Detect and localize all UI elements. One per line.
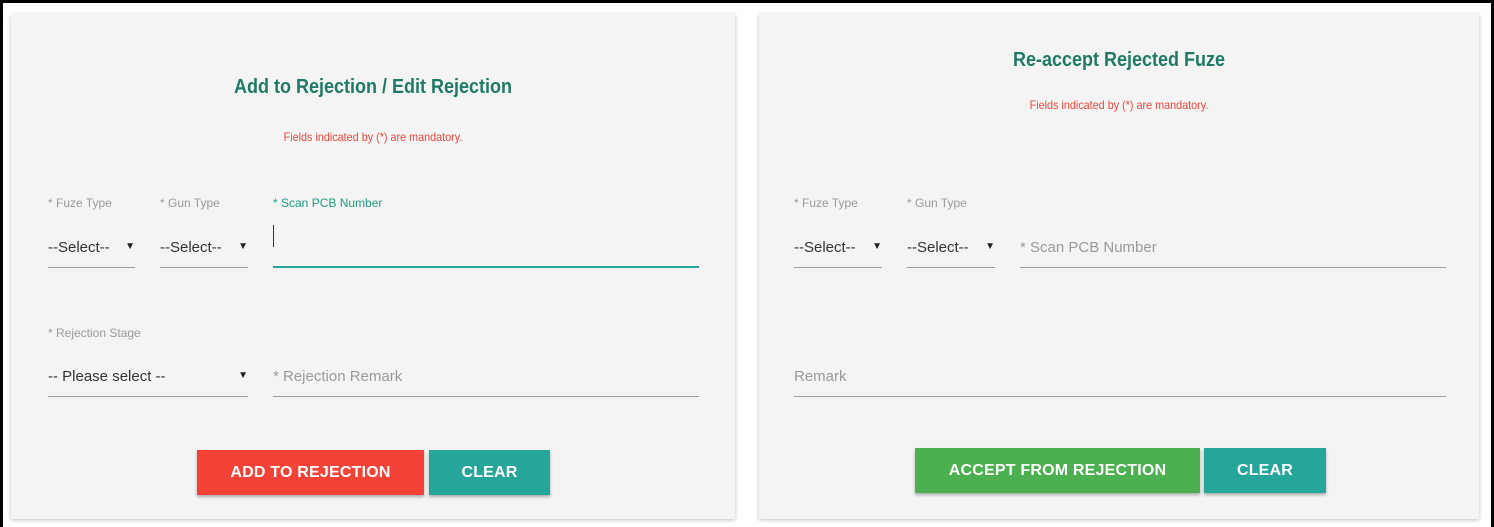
scan-pcb-input[interactable] <box>1020 228 1446 268</box>
rejection-stage-value: -- Please select -- <box>48 368 166 385</box>
caret-down-icon: ▼ <box>985 241 995 252</box>
fuze-type-value: --Select-- <box>48 239 110 256</box>
rejection-remark-input[interactable] <box>273 357 699 397</box>
fuze-type-select[interactable]: --Select-- ▼ <box>794 234 882 268</box>
remark-input[interactable] <box>794 357 1446 397</box>
reaccept-title: Re-accept Rejected Fuze <box>1012 49 1226 71</box>
gun-type-select[interactable]: --Select-- ▼ <box>160 234 248 268</box>
caret-down-icon: ▼ <box>872 241 882 252</box>
add-rejection-panel: Add to Rejection / Edit Rejection Fields… <box>11 14 735 519</box>
clear-button[interactable]: CLEAR <box>1204 448 1326 493</box>
caret-down-icon: ▼ <box>125 241 135 252</box>
caret-down-icon: ▼ <box>238 241 248 252</box>
fuze-type-select[interactable]: --Select-- ▼ <box>48 234 135 268</box>
rejection-stage-label: * Rejection Stage <box>48 326 141 340</box>
caret-down-icon: ▼ <box>238 370 248 381</box>
accept-from-rejection-button[interactable]: ACCEPT FROM REJECTION <box>915 448 1200 493</box>
add-rejection-title: Add to Rejection / Edit Rejection <box>233 76 513 98</box>
rejection-stage-select[interactable]: -- Please select -- ▼ <box>48 363 248 397</box>
clear-button[interactable]: CLEAR <box>429 450 550 495</box>
scan-pcb-input[interactable] <box>273 228 699 268</box>
gun-type-select[interactable]: --Select-- ▼ <box>907 234 995 268</box>
reaccept-fuze-panel: Re-accept Rejected Fuze Fields indicated… <box>759 14 1479 519</box>
gun-type-value: --Select-- <box>160 239 222 256</box>
gun-type-label: * Gun Type <box>160 196 220 210</box>
fuze-type-label: * Fuze Type <box>794 196 858 210</box>
scan-pcb-label: * Scan PCB Number <box>273 196 383 210</box>
gun-type-value: --Select-- <box>907 239 969 256</box>
gun-type-label: * Gun Type <box>907 196 967 210</box>
fuze-type-label: * Fuze Type <box>48 196 112 210</box>
mandatory-note: Fields indicated by (*) are mandatory. <box>1029 98 1209 112</box>
add-to-rejection-button[interactable]: ADD TO REJECTION <box>197 450 424 495</box>
fuze-type-value: --Select-- <box>794 239 856 256</box>
mandatory-note: Fields indicated by (*) are mandatory. <box>283 130 463 144</box>
